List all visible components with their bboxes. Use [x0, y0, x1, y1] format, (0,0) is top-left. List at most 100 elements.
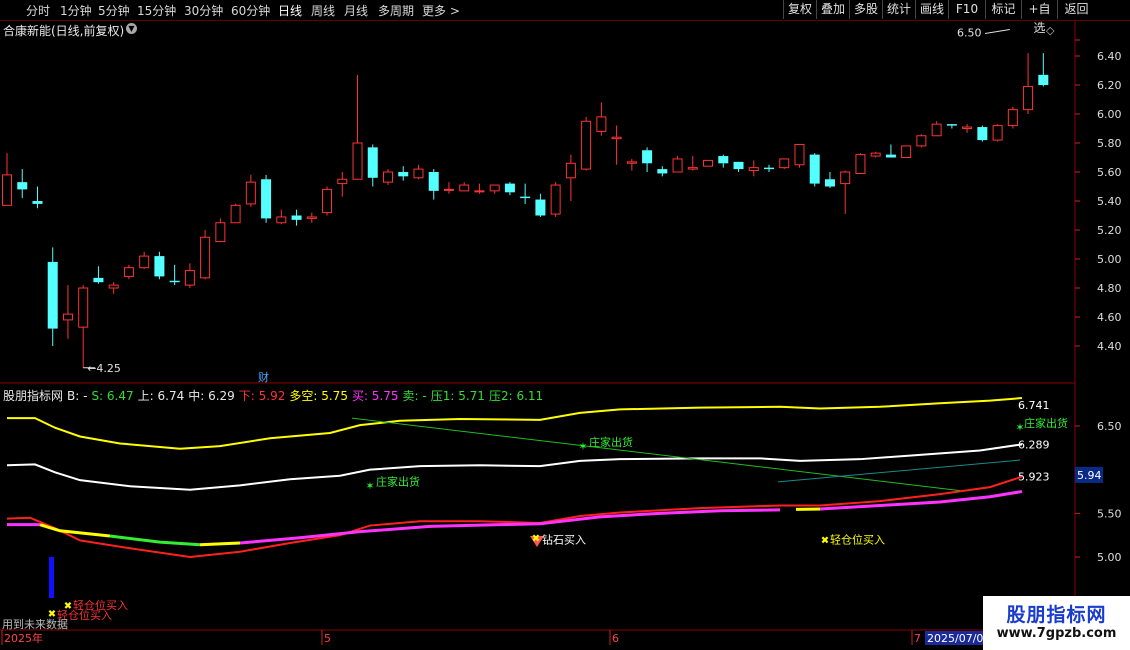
candle-48: [733, 161, 744, 172]
high-arrow: [984, 29, 1010, 34]
candle-body: [154, 256, 165, 277]
candle-41: [626, 158, 637, 171]
candle-body: [78, 287, 89, 328]
candle-33: [504, 182, 515, 196]
candle-body: [322, 188, 333, 214]
candle-body: [230, 204, 241, 224]
indicator-field-5: 下: 5.92: [238, 389, 286, 403]
current-value-label: 5.94: [1077, 469, 1102, 482]
light-buy-label: 轻仓位买入: [830, 533, 885, 547]
candle-body: [992, 125, 1003, 141]
candle-58: [885, 144, 896, 158]
candle-body: [17, 182, 28, 190]
watermark-url: www.7gpzb.com: [996, 626, 1117, 641]
ind-axis-label-1: 5.50: [1097, 507, 1122, 520]
date-label-3: 7: [914, 632, 921, 645]
finance-badge: 财: [258, 370, 269, 384]
candle-body: [565, 162, 576, 179]
price-label-5: 5.40: [1097, 195, 1122, 208]
candle-body: [47, 261, 58, 329]
indicator-field-1: B: -: [67, 389, 88, 403]
buy-line-seg-7: [819, 490, 1023, 511]
ind-axis-label-0: 6.50: [1097, 420, 1122, 433]
candle-28: [428, 169, 439, 200]
candle-body: [215, 222, 226, 243]
candle-66: [1007, 106, 1018, 129]
price-label-7: 5.00: [1097, 253, 1122, 266]
candle-body: [200, 236, 211, 279]
candle-body: [245, 181, 256, 205]
candle-body: [703, 159, 714, 167]
candle-body: [1038, 74, 1049, 85]
candle-26: [398, 166, 409, 181]
candle-44: [672, 156, 683, 173]
candle-body: [489, 184, 500, 192]
candle-body: [596, 116, 607, 132]
candle-body: [459, 184, 470, 192]
candle-62: [946, 124, 957, 129]
candle-body: [824, 179, 835, 187]
candle-body: [962, 126, 973, 130]
resistance-line-1: [351, 417, 961, 492]
price-label-4: 5.60: [1097, 166, 1122, 179]
diamond-icon: ◇: [1046, 24, 1055, 37]
middle-band-line: [6, 443, 1023, 491]
candle-63: [962, 124, 973, 133]
candle-body: [855, 154, 866, 174]
candle-39: [596, 102, 607, 136]
candle-body: [139, 255, 150, 269]
candle-body: [32, 201, 43, 204]
sell-label-3: 庄家出货: [1024, 416, 1068, 430]
candle-56: [855, 153, 866, 174]
candle-body: [779, 158, 790, 169]
candle-38: [581, 116, 592, 171]
candle-12: [184, 263, 195, 288]
candle-3: [47, 247, 58, 346]
candle-body: [428, 172, 439, 191]
candle-31: [474, 183, 485, 194]
candle-16: [245, 174, 256, 207]
indicator-field-10: 压2: 6.11: [488, 389, 544, 403]
candle-11: [169, 264, 180, 286]
candle-body: [550, 184, 561, 215]
candle-46: [703, 159, 714, 167]
candle-body: [1007, 109, 1018, 127]
candle-18: [276, 209, 287, 225]
candle-20: [306, 212, 317, 223]
candle-5: [78, 285, 89, 368]
candle-64: [977, 125, 988, 142]
middle-value-label: 6.289: [1018, 438, 1050, 451]
candle-0: [2, 153, 12, 206]
candle-61: [931, 121, 942, 137]
candle-body: [108, 284, 119, 289]
candle-body: [413, 168, 424, 179]
candle-10: [154, 251, 165, 280]
candle-2: [32, 186, 43, 209]
price-label-0: 6.40: [1097, 50, 1122, 63]
candle-body: [306, 216, 317, 219]
candle-body: [1023, 85, 1034, 111]
date-label-0: 2025年: [4, 631, 43, 645]
candle-43: [657, 166, 668, 177]
sell-label-1: 庄家出货: [376, 474, 420, 488]
candle-34: [520, 183, 531, 204]
candle-body: [398, 172, 409, 177]
candle-body: [764, 167, 774, 170]
candle-body: [626, 161, 637, 164]
candle-65: [992, 124, 1003, 142]
candle-17: [261, 174, 272, 223]
indicator-field-9: 压1: 5.71: [430, 389, 485, 403]
candle-21: [322, 186, 333, 216]
buy-line-seg-3: [109, 534, 201, 547]
price-label-2: 6.00: [1097, 108, 1122, 121]
candle-29: [443, 182, 454, 194]
candle-body: [733, 161, 744, 170]
price-label-10: 4.40: [1097, 340, 1122, 353]
candle-22: [337, 172, 348, 197]
candle-body: [367, 147, 378, 178]
candle-body: [337, 178, 348, 185]
candle-45: [687, 156, 698, 171]
indicator-field-2: S: 6.47: [91, 389, 134, 403]
candle-body: [2, 174, 12, 206]
indicator-field-6: 多空: 5.75: [289, 389, 348, 403]
